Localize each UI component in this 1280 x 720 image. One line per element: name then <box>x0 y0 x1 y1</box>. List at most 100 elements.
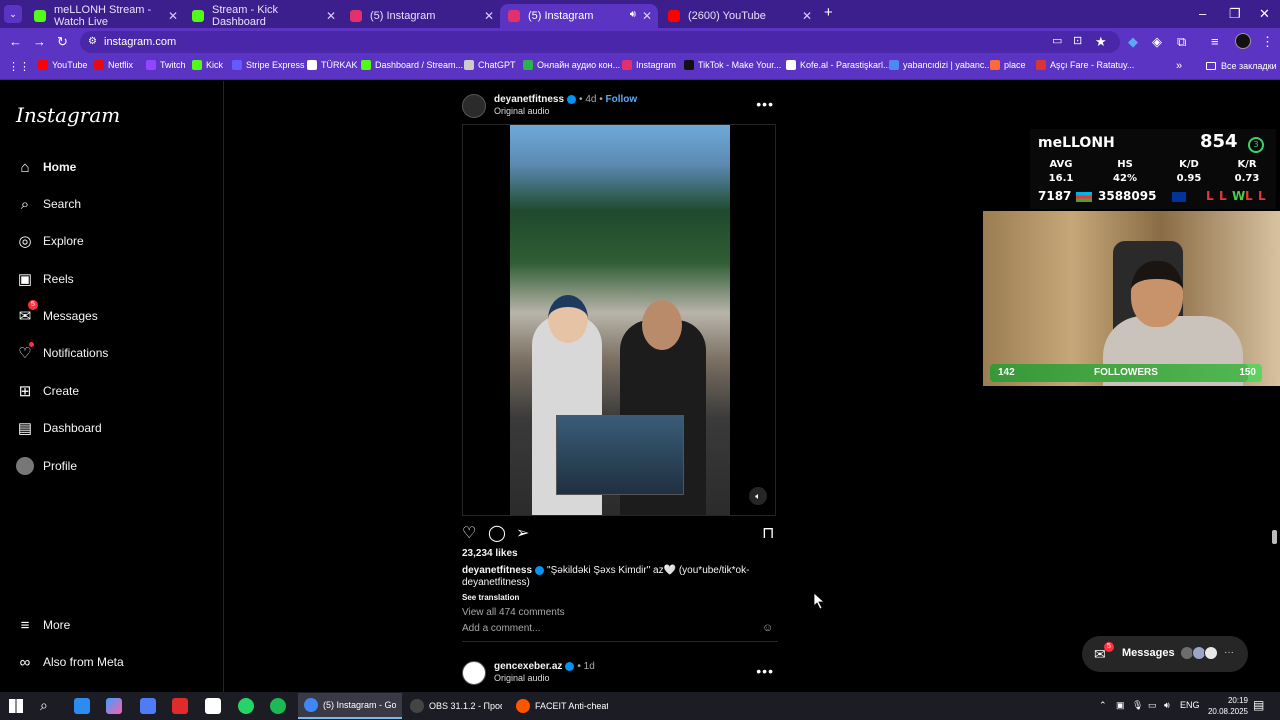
apps-icon[interactable]: ⋮⋮ <box>8 60 30 73</box>
bookmark-item[interactable]: place <box>990 60 1026 70</box>
language-indicator[interactable]: ENG <box>1180 700 1200 710</box>
sidebar-item-also-from-meta[interactable]: ∞ Also from Meta <box>16 650 124 674</box>
tab-search-button[interactable]: ⌄ <box>4 5 22 23</box>
cast-icon[interactable]: ▭ <box>1052 34 1062 47</box>
close-icon[interactable]: ✕ <box>802 9 812 23</box>
sidebar-item-profile[interactable]: ● Profile <box>16 454 77 478</box>
tab-youtube[interactable]: (2600) YouTube ✕ <box>660 4 818 28</box>
address-bar[interactable]: ⚙ instagram.com <box>80 31 1120 53</box>
messages-pill[interactable]: ✉ 5 Messages ··· <box>1082 636 1248 672</box>
bookmark-item[interactable]: yabancıdizi | yabanc... <box>889 60 992 70</box>
audio-toggle-icon[interactable]: 🔈︎ <box>749 487 767 505</box>
bookmarks-more-icon[interactable]: » <box>1176 60 1182 72</box>
tray-app-icon[interactable]: ▣ <box>1116 700 1125 711</box>
sidebar-item-notifications[interactable]: ♡ Notifications <box>16 341 108 365</box>
profile-avatar[interactable] <box>1235 33 1251 49</box>
like-count[interactable]: 23,234 likes <box>462 548 518 559</box>
new-tab-button[interactable]: + <box>824 4 833 21</box>
notifications-icon[interactable]: ▤ <box>1253 698 1264 712</box>
tab-kick-stream[interactable]: meLLONH Stream - Watch Live ✕ <box>26 4 184 28</box>
sidebar-item-create[interactable]: ⊞ Create <box>16 379 79 403</box>
search-icon[interactable]: ⌕ <box>40 697 48 714</box>
minimize-icon[interactable]: – <box>1199 6 1206 21</box>
spotify-icon[interactable] <box>270 698 286 714</box>
bookmark-item[interactable]: Kick <box>192 60 223 70</box>
comment-icon[interactable]: ◯ <box>488 523 506 543</box>
forward-icon[interactable]: → <box>33 34 46 49</box>
bookmark-item[interactable]: Онлайн аудио кон... <box>523 60 620 70</box>
sidebar-item-reels[interactable]: ▣ Reels <box>16 267 74 291</box>
bookmark-item[interactable]: YouTube <box>38 60 87 70</box>
reload-icon[interactable]: ↻ <box>57 34 68 50</box>
follow-button[interactable]: Follow <box>606 94 638 105</box>
app-red-icon[interactable] <box>172 698 188 714</box>
sidebar-item-search[interactable]: ⌕ Search <box>16 192 81 216</box>
tab-instagram-active[interactable]: (5) Instagram 🔊︎ ✕ <box>500 4 658 28</box>
bookmark-item[interactable]: Kofe.al - Parastişkarl... <box>786 60 891 70</box>
site-info-icon[interactable]: ⚙ <box>88 31 97 53</box>
share-icon[interactable]: ➢ <box>516 523 529 543</box>
scrollbar-thumb[interactable] <box>1272 530 1277 544</box>
star-icon[interactable]: ★ <box>1095 34 1107 50</box>
like-icon[interactable]: ♡ <box>462 523 476 543</box>
tab-media-icon[interactable]: ≡ <box>1211 34 1219 49</box>
sidebar-item-more[interactable]: ≡ More <box>16 613 71 637</box>
show-hidden-icons[interactable]: ⌃ <box>1099 700 1107 711</box>
sidebar-item-dashboard[interactable]: ▤ Dashboard <box>16 416 102 440</box>
view-comments-link[interactable]: View all 474 comments <box>462 607 565 618</box>
post-audio[interactable]: Original audio <box>494 106 550 116</box>
reel-video[interactable] <box>510 125 730 515</box>
post-username[interactable]: gencexeber.az <box>494 661 562 672</box>
instagram-logo[interactable]: Instagram <box>16 103 120 127</box>
close-window-icon[interactable]: ✕ <box>1259 6 1270 22</box>
close-icon[interactable]: ✕ <box>168 9 178 23</box>
taskbar-window[interactable]: OBS 31.1.2 - Проф... <box>404 693 508 719</box>
post-audio[interactable]: Original audio <box>494 673 550 683</box>
file-explorer-icon[interactable] <box>74 698 90 714</box>
capcut-icon[interactable] <box>205 698 221 714</box>
bookmark-item[interactable]: ChatGPT <box>464 60 516 70</box>
close-icon[interactable]: ✕ <box>642 9 652 23</box>
bookmark-item[interactable]: TÜRKAK <box>307 60 358 70</box>
volume-icon[interactable]: 🔊︎ <box>1164 700 1170 711</box>
translate-icon[interactable]: ⊡ <box>1073 34 1082 47</box>
bookmark-item[interactable]: Stripe Express <box>232 60 305 70</box>
taskbar-window[interactable]: FACEIT Anti-cheat <box>510 693 614 719</box>
restore-icon[interactable]: ❐ <box>1229 6 1241 22</box>
bookmark-item[interactable]: Aşçı Fare - Ratatuy... <box>1036 60 1134 70</box>
windows-start-icon[interactable] <box>9 699 23 713</box>
speaker-icon[interactable]: 🔊︎ <box>630 9 636 20</box>
post-username[interactable]: deyanetfitness <box>494 94 564 105</box>
add-comment-input[interactable]: Add a comment... <box>462 623 540 634</box>
avatar[interactable] <box>462 661 486 685</box>
bookmark-item[interactable]: Dashboard / Stream... <box>361 60 463 70</box>
avatar[interactable] <box>462 94 486 118</box>
more-options-icon[interactable]: ••• <box>756 663 774 679</box>
store-icon[interactable] <box>140 698 156 714</box>
microphone-icon[interactable]: 🎙︎ <box>1132 700 1143 711</box>
tab-kick-dashboard[interactable]: Stream - Kick Dashboard ✕ <box>184 4 342 28</box>
all-bookmarks-button[interactable]: Все закладки <box>1206 61 1277 71</box>
close-icon[interactable]: ✕ <box>484 9 494 23</box>
bookmark-item[interactable]: Instagram <box>622 60 676 70</box>
whatsapp-icon[interactable] <box>238 698 254 714</box>
puzzle-icon[interactable]: ⧉ <box>1177 34 1186 50</box>
close-icon[interactable]: ✕ <box>326 9 336 23</box>
clock[interactable]: 20:19 20.08.2025 <box>1198 695 1248 717</box>
caption-username[interactable]: deyanetfitness <box>462 565 532 576</box>
bookmark-item[interactable]: Twitch <box>146 60 186 70</box>
sidebar-item-home[interactable]: ⌂ Home <box>16 155 76 179</box>
copilot-icon[interactable] <box>106 698 122 714</box>
more-options-icon[interactable]: ••• <box>756 96 774 112</box>
post-media[interactable]: 🔈︎ <box>462 124 776 516</box>
save-icon[interactable]: ⊓ <box>762 523 774 543</box>
network-icon[interactable]: ▭ <box>1148 700 1157 711</box>
bookmark-item[interactable]: TikTok - Make Your... <box>684 60 781 70</box>
see-translation-link[interactable]: See translation <box>462 593 519 602</box>
sidebar-item-messages[interactable]: ✉ 5 Messages <box>16 300 98 328</box>
tab-instagram[interactable]: (5) Instagram ✕ <box>342 4 500 28</box>
taskbar-window[interactable]: (5) Instagram - Goo... <box>298 693 402 719</box>
emoji-icon[interactable]: ☺ <box>762 622 773 634</box>
bookmark-item[interactable]: Netflix <box>94 60 133 70</box>
extension-icon[interactable]: ◈ <box>1152 34 1162 50</box>
